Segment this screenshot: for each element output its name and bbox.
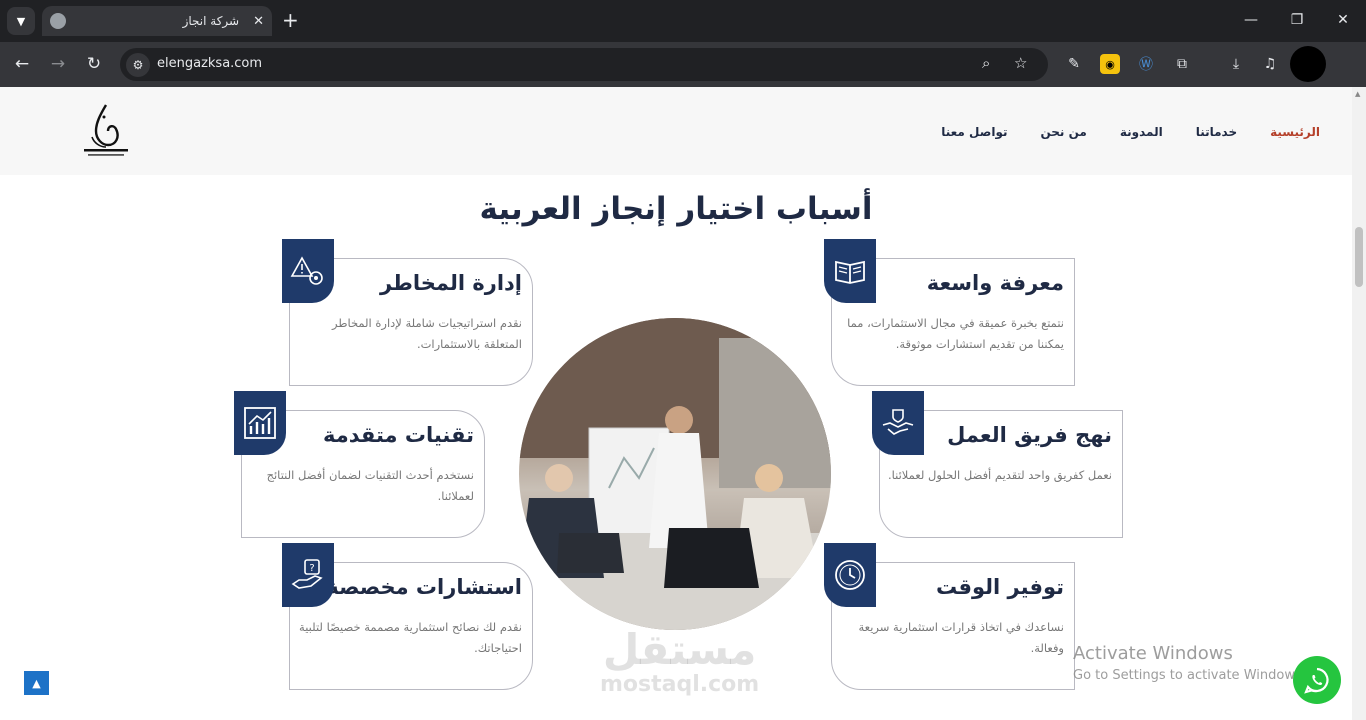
nav-home[interactable]: الرئيسية bbox=[1270, 125, 1320, 139]
reload-button[interactable]: ↻ bbox=[82, 52, 106, 76]
consultation-hand-icon: ? bbox=[282, 543, 334, 607]
pen-extension-icon[interactable]: ✎ bbox=[1064, 54, 1084, 74]
main-nav: الرئيسية خدماتنا المدونة من نحن تواصل مع… bbox=[941, 125, 1320, 139]
card-desc: نقدم لك نصائح استثمارية مصممة خصيصًا لتل… bbox=[299, 620, 522, 655]
business-meeting-photo bbox=[519, 318, 831, 630]
back-button[interactable]: ← bbox=[10, 52, 34, 76]
zoom-icon[interactable]: ⌕ bbox=[982, 54, 990, 72]
nav-blog[interactable]: المدونة bbox=[1120, 125, 1163, 139]
logo-subtext-line bbox=[88, 154, 124, 156]
scrollbar-thumb[interactable] bbox=[1355, 227, 1363, 287]
risk-gear-icon bbox=[282, 239, 334, 303]
browser-toolbar: ← → ↻ ⚙ elengazksa.com ⌕ ☆ ✎ ◉ Ⓦ ⧉ ⤓ ♫ bbox=[0, 42, 1366, 87]
card-title: نهج فريق العمل bbox=[947, 423, 1112, 447]
section-title: أسباب اختيار إنجاز العربية bbox=[479, 191, 873, 227]
activate-title: Activate Windows bbox=[1073, 643, 1233, 664]
mostaql-watermark: مستقل mostaql.com bbox=[600, 627, 759, 697]
clock-icon bbox=[824, 543, 876, 607]
whatsapp-icon bbox=[1304, 667, 1329, 694]
restore-button[interactable]: ❐ bbox=[1274, 0, 1320, 40]
card-title: إدارة المخاطر bbox=[380, 271, 522, 295]
minimize-button[interactable]: — bbox=[1228, 0, 1274, 40]
address-bar[interactable]: ⚙ elengazksa.com ⌕ ☆ bbox=[120, 48, 1048, 81]
card-title: معرفة واسعة bbox=[926, 271, 1064, 295]
logo-text-line bbox=[84, 149, 128, 152]
forward-button[interactable]: → bbox=[46, 52, 70, 76]
browser-tab[interactable]: شركة انجاز ✕ bbox=[42, 6, 272, 36]
web-page: الرئيسية خدماتنا المدونة من نحن تواصل مع… bbox=[0, 87, 1352, 720]
card-desc: نتمتع بخبرة عميقة في مجال الاستثمارات، م… bbox=[847, 316, 1064, 351]
close-window-button[interactable]: ✕ bbox=[1320, 0, 1366, 40]
whatsapp-button[interactable] bbox=[1293, 656, 1341, 704]
browser-tabbar: ▼ شركة انجاز ✕ + — ❐ ✕ bbox=[0, 0, 1366, 42]
url-text: elengazksa.com bbox=[157, 56, 263, 71]
tab-search-button[interactable]: ▼ bbox=[7, 7, 35, 35]
nav-contact[interactable]: تواصل معنا bbox=[941, 125, 1007, 139]
media-control-icon[interactable]: ♫ bbox=[1260, 54, 1280, 74]
scroll-to-top-button[interactable]: ▲ bbox=[24, 671, 49, 695]
site-header: الرئيسية خدماتنا المدونة من نحن تواصل مع… bbox=[0, 87, 1352, 175]
nav-services[interactable]: خدماتنا bbox=[1196, 125, 1237, 139]
watermark-arabic: مستقل bbox=[602, 625, 757, 674]
card-desc: نعمل كفريق واحد لتقديم أفضل الحلول لعملا… bbox=[887, 468, 1112, 482]
card-title: استشارات مخصصة bbox=[326, 575, 522, 599]
site-info-icon[interactable]: ⚙ bbox=[126, 53, 150, 77]
company-logo[interactable] bbox=[78, 101, 134, 159]
download-icon[interactable]: ⤓ bbox=[1226, 54, 1246, 74]
extension-icon[interactable]: ◉ bbox=[1100, 54, 1120, 74]
growth-chart-icon bbox=[234, 391, 286, 455]
card-title: توفير الوقت bbox=[936, 575, 1064, 599]
page-scrollbar[interactable]: ▲ bbox=[1352, 87, 1366, 720]
card-desc: نساعدك في اتخاذ قرارات استثمارية سريعة و… bbox=[858, 620, 1065, 655]
activate-windows-notice: Activate Windows Go to Settings to activ… bbox=[1073, 643, 1306, 683]
wordpress-icon[interactable]: Ⓦ bbox=[1136, 54, 1156, 74]
activate-subtitle: Go to Settings to activate Windows. bbox=[1073, 668, 1306, 683]
globe-icon bbox=[50, 13, 66, 29]
watermark-english: mostaql.com bbox=[600, 672, 760, 697]
extensions-puzzle-icon[interactable]: ⧉ bbox=[1172, 54, 1192, 74]
tab-title: شركة انجاز bbox=[182, 14, 240, 28]
card-desc: نستخدم أحدث التقنيات لضمان أفضل النتائج … bbox=[266, 468, 474, 503]
handshake-icon bbox=[872, 391, 924, 455]
card-desc: نقدم استراتيجيات شاملة لإدارة المخاطر ال… bbox=[331, 316, 522, 351]
scroll-up-arrow[interactable]: ▲ bbox=[1355, 90, 1363, 98]
profile-avatar[interactable] bbox=[1290, 46, 1326, 82]
svg-text:?: ? bbox=[309, 563, 314, 574]
bookmark-star-icon[interactable]: ☆ bbox=[1014, 54, 1027, 72]
nav-about[interactable]: من نحن bbox=[1040, 125, 1086, 139]
close-tab-icon[interactable]: ✕ bbox=[253, 14, 264, 29]
book-icon bbox=[824, 239, 876, 303]
card-title: تقنيات متقدمة bbox=[323, 423, 474, 447]
new-tab-button[interactable]: + bbox=[282, 9, 299, 31]
